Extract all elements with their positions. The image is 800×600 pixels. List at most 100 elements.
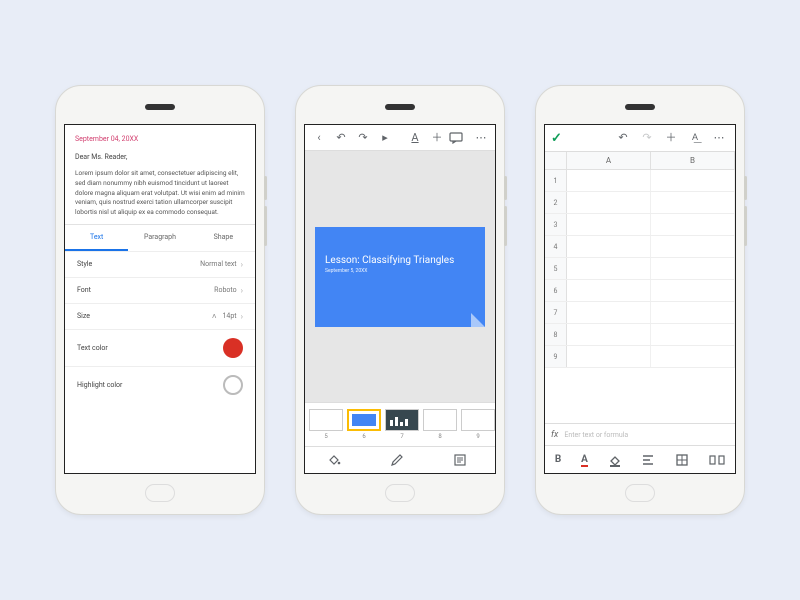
fill-color-button[interactable] (608, 453, 622, 467)
play-icon[interactable]: ▸ (375, 128, 395, 148)
slides-screen: ‹ ↶ ↷ ▸ A ＋ ⋯ Lesson: Classifying Triang… (304, 124, 496, 474)
cell[interactable] (567, 346, 651, 367)
notes-icon[interactable] (453, 453, 473, 467)
power-button[interactable] (504, 176, 507, 200)
format-tabs: Text Paragraph Shape (65, 224, 255, 251)
add-icon[interactable]: ＋ (661, 128, 681, 148)
row-size[interactable]: Size ˄14pt› (65, 303, 255, 329)
tab-shape[interactable]: Shape (192, 225, 255, 251)
text-color-label: Text color (77, 344, 108, 352)
undo-icon[interactable]: ↶ (331, 128, 351, 148)
slide-thumb-selected[interactable] (347, 409, 381, 431)
undo-icon[interactable]: ↶ (613, 128, 633, 148)
cell[interactable] (567, 324, 651, 345)
thumb-number: 7 (385, 433, 419, 440)
borders-button[interactable] (675, 453, 689, 467)
highlight-color-label: Highlight color (77, 381, 122, 389)
row-header[interactable]: 1 (545, 170, 567, 191)
chevron-right-icon: › (241, 260, 243, 269)
paint-bucket-icon[interactable] (327, 453, 347, 467)
thumb-number: 5 (309, 433, 343, 440)
sheets-toolbar: ✓ ↶ ↷ ＋ A͟ ⋯ (545, 125, 735, 151)
row-text-color[interactable]: Text color (65, 329, 255, 366)
back-icon[interactable]: ‹ (309, 128, 329, 148)
phone-docs: September 04, 20XX Dear Ms. Reader, Lore… (55, 85, 265, 515)
column-header[interactable]: A (567, 152, 651, 169)
slide-thumb[interactable] (309, 409, 343, 431)
text-color-button[interactable]: A (581, 454, 588, 465)
power-button[interactable] (264, 176, 267, 200)
cell[interactable] (651, 280, 735, 301)
size-value: 14pt (223, 312, 237, 320)
redo-icon[interactable]: ↷ (353, 128, 373, 148)
edit-icon[interactable] (390, 453, 410, 467)
cell[interactable] (651, 258, 735, 279)
formula-bar[interactable]: fx Enter text or formula (545, 423, 735, 445)
cell[interactable] (567, 192, 651, 213)
volume-button[interactable] (264, 206, 267, 246)
cell[interactable] (567, 258, 651, 279)
row-header[interactable]: 6 (545, 280, 567, 301)
document-body-text[interactable]: Lorem ipsum dolor sit amet, consectetuer… (75, 169, 245, 218)
slide-thumb[interactable] (461, 409, 495, 431)
add-icon[interactable]: ＋ (427, 128, 447, 148)
cell[interactable] (567, 170, 651, 191)
row-header[interactable]: 7 (545, 302, 567, 323)
row-style[interactable]: Style Normal text› (65, 251, 255, 277)
size-label: Size (77, 312, 90, 320)
redo-icon[interactable]: ↷ (637, 128, 657, 148)
bold-button[interactable]: B (555, 454, 561, 465)
text-color-swatch[interactable] (223, 338, 243, 358)
row-header[interactable]: 3 (545, 214, 567, 235)
spreadsheet-grid[interactable]: A B 1 2 3 4 5 6 7 8 9 (545, 151, 735, 423)
slide-subtitle: September 5, 20XX (325, 268, 475, 274)
caret-up-icon[interactable]: ˄ (212, 312, 217, 321)
cell[interactable] (651, 236, 735, 257)
accept-icon[interactable]: ✓ (551, 131, 562, 146)
cell[interactable] (651, 192, 735, 213)
column-header[interactable]: B (651, 152, 735, 169)
thumb-number: 8 (423, 433, 457, 440)
current-slide[interactable]: Lesson: Classifying Triangles September … (315, 227, 485, 327)
highlight-color-swatch[interactable] (223, 375, 243, 395)
align-button[interactable] (641, 454, 655, 466)
style-value: Normal text (200, 260, 237, 268)
text-icon[interactable]: A (405, 128, 425, 148)
row-header[interactable]: 5 (545, 258, 567, 279)
cell[interactable] (651, 346, 735, 367)
phone-sheets: ✓ ↶ ↷ ＋ A͟ ⋯ A B 1 2 3 4 5 6 7 8 9 fx (535, 85, 745, 515)
row-header[interactable]: 2 (545, 192, 567, 213)
cell[interactable] (567, 214, 651, 235)
more-icon[interactable]: ⋯ (709, 128, 729, 148)
row-header[interactable]: 9 (545, 346, 567, 367)
slide-thumb[interactable] (423, 409, 457, 431)
cell[interactable] (567, 302, 651, 323)
select-all-corner[interactable] (545, 152, 567, 169)
volume-button[interactable] (744, 206, 747, 246)
cell[interactable] (567, 236, 651, 257)
cell[interactable] (651, 302, 735, 323)
slide-title: Lesson: Classifying Triangles (325, 255, 475, 266)
page-fold-icon (471, 313, 485, 327)
tab-paragraph[interactable]: Paragraph (128, 225, 191, 251)
power-button[interactable] (744, 176, 747, 200)
more-icon[interactable]: ⋯ (471, 128, 491, 148)
volume-button[interactable] (504, 206, 507, 246)
format-icon[interactable]: A͟ (685, 128, 705, 148)
row-highlight-color[interactable]: Highlight color (65, 366, 255, 403)
row-font[interactable]: Font Roboto› (65, 277, 255, 303)
cell[interactable] (651, 324, 735, 345)
fx-icon: fx (551, 430, 558, 440)
row-header[interactable]: 4 (545, 236, 567, 257)
row-header[interactable]: 8 (545, 324, 567, 345)
merge-button[interactable] (709, 454, 725, 466)
slide-canvas[interactable]: Lesson: Classifying Triangles September … (305, 151, 495, 402)
font-label: Font (77, 286, 91, 294)
formula-input[interactable]: Enter text or formula (564, 431, 628, 439)
comment-icon[interactable] (449, 132, 469, 144)
cell[interactable] (567, 280, 651, 301)
slide-thumb[interactable] (385, 409, 419, 431)
cell[interactable] (651, 170, 735, 191)
tab-text[interactable]: Text (65, 225, 128, 251)
cell[interactable] (651, 214, 735, 235)
